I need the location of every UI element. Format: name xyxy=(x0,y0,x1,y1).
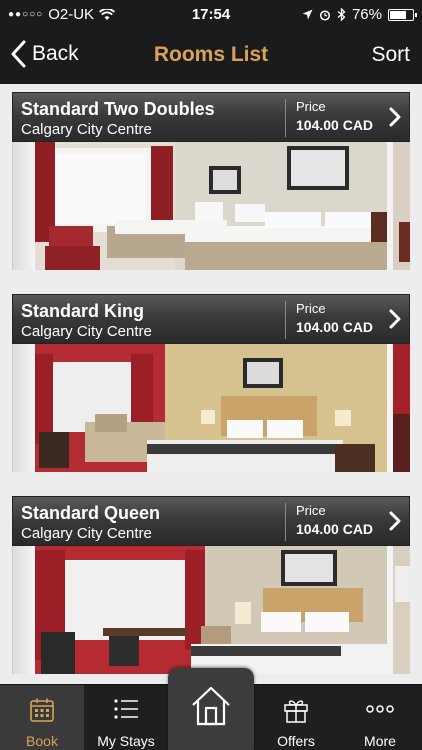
rooms-list: Standard Two Doubles Calgary City Centre… xyxy=(0,84,422,684)
previous-photo-edge xyxy=(13,546,35,674)
tab-label: Offers xyxy=(277,733,315,749)
room-card[interactable]: Standard Queen Calgary City Centre Price… xyxy=(12,488,410,674)
price-box: Price 104.00 CAD xyxy=(285,99,373,137)
room-card[interactable]: Standard King Calgary City Centre Price … xyxy=(12,286,410,472)
tab-my-stays[interactable]: My Stays xyxy=(84,685,168,750)
tab-offers[interactable]: Offers xyxy=(254,685,338,750)
bluetooth-icon xyxy=(337,8,346,21)
room-photo xyxy=(35,142,387,270)
tab-label: More xyxy=(364,733,396,749)
chevron-right-icon[interactable] xyxy=(389,511,401,531)
calendar-icon xyxy=(30,698,54,722)
navigation-bar: Back Rooms List Sort xyxy=(0,30,422,84)
next-photo-peek xyxy=(393,142,410,270)
price-value: 104.00 CAD xyxy=(296,521,374,537)
room-card[interactable]: Standard Two Doubles Calgary City Centre… xyxy=(12,84,410,270)
price-value: 104.00 CAD xyxy=(296,319,374,335)
battery-icon xyxy=(388,8,417,21)
room-photo-carousel[interactable] xyxy=(12,142,410,270)
room-location: Calgary City Centre xyxy=(21,121,152,138)
tab-label: My Stays xyxy=(97,733,155,749)
chevron-right-icon[interactable] xyxy=(389,107,401,127)
room-header[interactable]: Standard King Calgary City Centre Price … xyxy=(12,294,410,344)
room-photo-carousel[interactable] xyxy=(12,546,410,674)
status-bar: ●●○○○ O2-UK 17:54 76% xyxy=(0,0,422,30)
battery-percent: 76% xyxy=(351,6,382,23)
room-photo xyxy=(35,344,387,472)
price-box: Price 104.00 CAD xyxy=(285,503,373,541)
previous-photo-edge xyxy=(13,142,35,270)
room-name: Standard King xyxy=(21,301,145,321)
price-label: Price xyxy=(296,301,326,316)
status-right: 76% xyxy=(302,6,417,23)
room-header[interactable]: Standard Queen Calgary City Centre Price… xyxy=(12,496,410,546)
price-label: Price xyxy=(296,503,326,518)
sort-button[interactable]: Sort xyxy=(371,43,410,67)
room-header[interactable]: Standard Two Doubles Calgary City Centre… xyxy=(12,92,410,142)
back-button[interactable]: Back xyxy=(10,40,79,68)
room-name: Standard Queen xyxy=(21,503,161,523)
room-location: Calgary City Centre xyxy=(21,323,152,340)
room-photo-carousel[interactable] xyxy=(12,344,410,472)
home-icon xyxy=(192,686,230,726)
previous-photo-edge xyxy=(13,344,35,472)
room-location: Calgary City Centre xyxy=(21,525,152,542)
alarm-icon xyxy=(319,9,331,21)
price-value: 104.00 CAD xyxy=(296,117,374,133)
room-photo xyxy=(35,546,387,674)
list-icon xyxy=(114,699,138,719)
tab-home[interactable] xyxy=(168,668,254,750)
gift-icon xyxy=(284,700,308,723)
tab-book[interactable]: Book xyxy=(0,685,84,750)
tab-label: Book xyxy=(26,733,58,749)
price-box: Price 104.00 CAD xyxy=(285,301,373,339)
tab-more[interactable]: More xyxy=(338,685,422,750)
chevron-right-icon[interactable] xyxy=(389,309,401,329)
price-label: Price xyxy=(296,99,326,114)
more-icon xyxy=(366,705,394,713)
next-photo-peek xyxy=(393,344,410,472)
location-arrow-icon xyxy=(302,9,313,20)
next-photo-peek xyxy=(393,546,410,674)
room-name: Standard Two Doubles xyxy=(21,99,215,119)
chevron-left-icon xyxy=(11,40,26,68)
back-button-label: Back xyxy=(32,42,79,65)
